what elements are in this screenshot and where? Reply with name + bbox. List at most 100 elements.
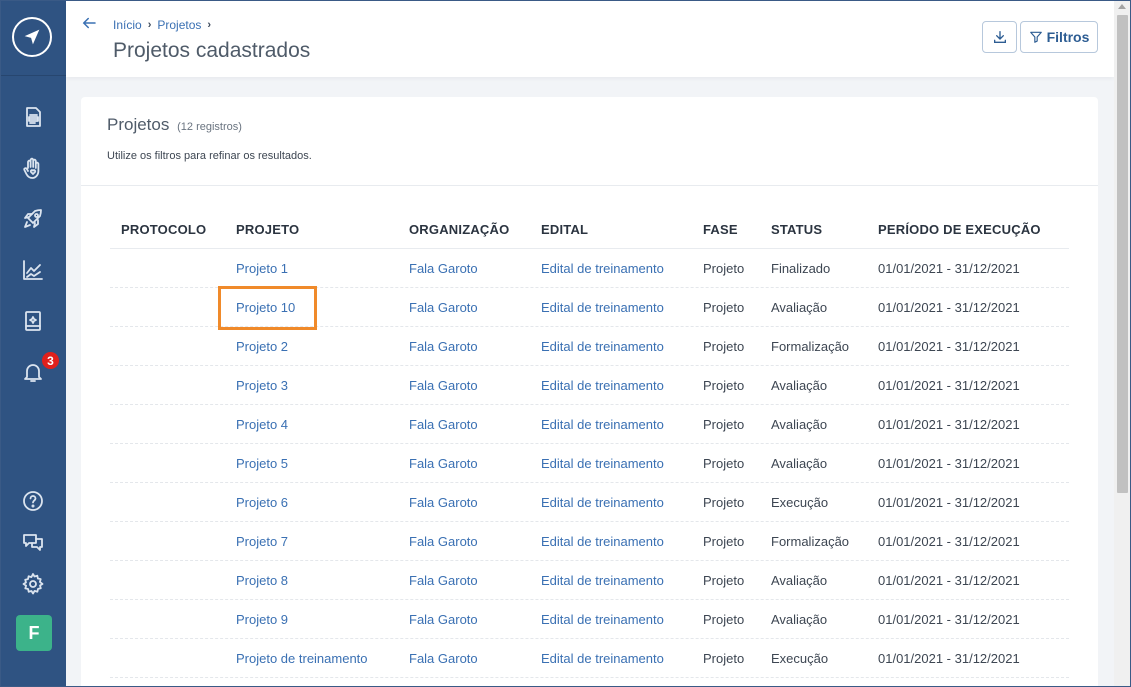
back-arrow-icon[interactable] <box>80 14 98 32</box>
edital-link[interactable]: Edital de treinamento <box>541 378 703 393</box>
cell-status: Avaliação <box>771 455 828 471</box>
organization-link[interactable]: Fala Garoto <box>409 534 541 549</box>
project-link[interactable]: Projeto 5 <box>236 456 409 471</box>
cell-status: Formalização <box>771 533 850 549</box>
cell-status: Avaliação <box>771 299 828 315</box>
organization-link[interactable]: Fala Garoto <box>409 456 541 471</box>
projects-table: PROTOCOLO PROJETO ORGANIZAÇÃO EDITAL FAS… <box>110 211 1069 678</box>
rocket-icon[interactable] <box>19 205 47 233</box>
table-row[interactable]: Projeto 4 Fala Garoto Edital de treinament… <box>110 405 1069 444</box>
chat-icon[interactable] <box>19 528 47 556</box>
card-subtitle: Utilize os filtros para refinar os resul… <box>107 150 312 162</box>
cell-fase: Projeto <box>703 416 745 432</box>
project-link[interactable]: Projeto 1 <box>236 261 409 276</box>
avatar[interactable]: F <box>16 615 52 651</box>
edital-link[interactable]: Edital de treinamento <box>541 612 703 627</box>
project-link[interactable]: Projeto 9 <box>236 612 409 627</box>
cell-periodo: 01/01/2021 - 31/12/2021 <box>878 416 1020 432</box>
cell-fase: Projeto <box>703 572 745 588</box>
organization-link[interactable]: Fala Garoto <box>409 339 541 354</box>
organization-link[interactable]: Fala Garoto <box>409 417 541 432</box>
project-link[interactable]: Projeto 7 <box>236 534 409 549</box>
scroll-thumb[interactable] <box>1117 15 1128 493</box>
help-icon[interactable] <box>19 487 47 515</box>
organization-link[interactable]: Fala Garoto <box>409 300 541 315</box>
table-row[interactable]: Projeto 7 Fala Garoto Edital de treinament… <box>110 522 1069 561</box>
column-header-organizacao[interactable]: ORGANIZAÇÃO <box>409 222 541 237</box>
cell-fase: Projeto <box>703 377 745 393</box>
column-header-status[interactable]: STATUS <box>771 222 878 237</box>
card-divider <box>81 185 1098 186</box>
book-icon[interactable] <box>19 307 47 335</box>
chevron-right-icon: › <box>207 19 212 31</box>
chart-line-icon[interactable] <box>19 256 47 284</box>
organization-link[interactable]: Fala Garoto <box>409 573 541 588</box>
edital-link[interactable]: Edital de treinamento <box>541 261 703 276</box>
download-icon <box>993 31 1006 43</box>
table-row[interactable]: Projeto 3 Fala Garoto Edital de treinament… <box>110 366 1069 405</box>
project-link[interactable]: Projeto 10 <box>236 300 409 315</box>
cell-periodo: 01/01/2021 - 31/12/2021 <box>878 338 1020 354</box>
download-button[interactable] <box>982 21 1017 53</box>
table-row[interactable]: Projeto 6 Fala Garoto Edital de treinament… <box>110 483 1069 522</box>
document-icon[interactable] <box>19 103 47 131</box>
edital-link[interactable]: Edital de treinamento <box>541 300 703 315</box>
edital-link[interactable]: Edital de treinamento <box>541 573 703 588</box>
column-header-projeto[interactable]: PROJETO <box>236 222 409 237</box>
cell-fase: Projeto <box>703 611 745 627</box>
cell-status: Avaliação <box>771 377 828 393</box>
cell-periodo: 01/01/2021 - 31/12/2021 <box>878 260 1020 276</box>
edital-link[interactable]: Edital de treinamento <box>541 534 703 549</box>
cell-periodo: 01/01/2021 - 31/12/2021 <box>878 377 1020 393</box>
column-header-edital[interactable]: EDITAL <box>541 222 703 237</box>
edital-link[interactable]: Edital de treinamento <box>541 339 703 354</box>
scroll-up-arrow[interactable] <box>1118 4 1126 9</box>
organization-link[interactable]: Fala Garoto <box>409 612 541 627</box>
cell-fase: Projeto <box>703 455 745 471</box>
project-link[interactable]: Projeto 2 <box>236 339 409 354</box>
organization-link[interactable]: Fala Garoto <box>409 495 541 510</box>
table-row[interactable]: Projeto de treinamento Fala Garoto Edital … <box>110 639 1069 678</box>
gear-icon[interactable] <box>19 570 47 598</box>
table-header: PROTOCOLO PROJETO ORGANIZAÇÃO EDITAL FAS… <box>110 211 1069 249</box>
project-link[interactable]: Projeto de treinamento <box>236 651 409 666</box>
projects-card: Projetos (12 registros) Utilize os filtr… <box>81 97 1098 687</box>
organization-link[interactable]: Fala Garoto <box>409 261 541 276</box>
table-row[interactable]: Projeto 10 Fala Garoto Edital de treinamen… <box>110 288 1069 327</box>
cell-periodo: 01/01/2021 - 31/12/2021 <box>878 572 1020 588</box>
organization-link[interactable]: Fala Garoto <box>409 378 541 393</box>
edital-link[interactable]: Edital de treinamento <box>541 456 703 471</box>
table-row[interactable]: Projeto 9 Fala Garoto Edital de treinament… <box>110 600 1069 639</box>
edital-link[interactable]: Edital de treinamento <box>541 495 703 510</box>
paper-plane-icon[interactable] <box>12 17 52 57</box>
column-header-protocolo[interactable]: PROTOCOLO <box>110 222 236 237</box>
sidebar-divider <box>0 75 66 76</box>
cell-status: Execução <box>771 650 829 666</box>
filters-label: Filtros <box>1046 29 1090 45</box>
breadcrumb-item-inicio[interactable]: Início <box>113 18 142 32</box>
scrollbar[interactable] <box>1114 0 1131 687</box>
project-link[interactable]: Projeto 8 <box>236 573 409 588</box>
edital-link[interactable]: Edital de treinamento <box>541 417 703 432</box>
table-row[interactable]: Projeto 8 Fala Garoto Edital de treinament… <box>110 561 1069 600</box>
table-row[interactable]: Projeto 5 Fala Garoto Edital de treinament… <box>110 444 1069 483</box>
column-header-fase[interactable]: FASE <box>703 222 771 237</box>
project-link[interactable]: Projeto 4 <box>236 417 409 432</box>
hand-heart-icon[interactable] <box>19 154 47 182</box>
page-title: Projetos cadastrados <box>113 39 311 62</box>
column-header-periodo[interactable]: PERÍODO DE EXECUÇÃO <box>878 222 1069 237</box>
table-row[interactable]: Projeto 2 Fala Garoto Edital de treinament… <box>110 327 1069 366</box>
cell-status: Avaliação <box>771 611 828 627</box>
card-title-text: Projetos <box>107 115 170 134</box>
cell-fase: Projeto <box>703 650 745 666</box>
project-link[interactable]: Projeto 6 <box>236 495 409 510</box>
card-title: Projetos (12 registros) <box>107 115 242 135</box>
filters-button[interactable]: Filtros <box>1020 21 1098 53</box>
project-link[interactable]: Projeto 3 <box>236 378 409 393</box>
cell-status: Finalizado <box>771 260 831 276</box>
page-header: Início › Projetos › Projetos cadastrados… <box>66 0 1114 77</box>
breadcrumb-item-projetos[interactable]: Projetos <box>157 18 201 32</box>
table-row[interactable]: Projeto 1 Fala Garoto Edital de treinament… <box>110 249 1069 288</box>
edital-link[interactable]: Edital de treinamento <box>541 651 703 666</box>
organization-link[interactable]: Fala Garoto <box>409 651 541 666</box>
